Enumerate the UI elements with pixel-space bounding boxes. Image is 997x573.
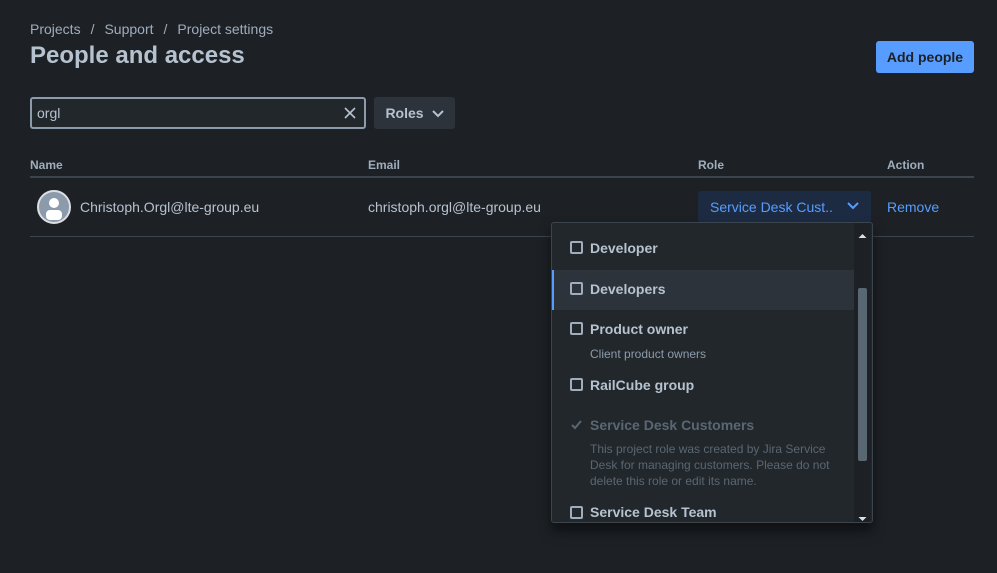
role-option-railcube-group[interactable]: RailCube group [552,367,855,407]
search-field [30,97,366,129]
breadcrumb: Projects / Support / Project settings [30,21,273,37]
scroll-down-icon[interactable] [858,510,867,521]
breadcrumb-project-settings[interactable]: Project settings [177,21,273,37]
role-option-label: Product owner [590,321,689,337]
role-dropdown-menu: Developer Developers Product owner Clien… [551,222,873,523]
dropdown-scrollbar[interactable] [854,223,871,522]
checkbox[interactable] [570,282,583,295]
page-title: People and access [30,42,245,69]
role-option-label: Developer [590,240,658,256]
add-people-button[interactable]: Add people [876,41,974,73]
role-select[interactable]: Service Desk Cust... [698,191,871,223]
role-option-service-desk-customers: Service Desk Customers This project role… [552,407,855,493]
roles-filter-button[interactable]: Roles [374,97,455,129]
chevron-down-icon [431,105,444,121]
role-option-label: RailCube group [590,377,695,393]
roles-filter-label: Roles [385,105,424,121]
user-name: Christoph.Orgl@lte-group.eu [80,199,260,215]
role-select-value: Service Desk Cust... [710,199,834,215]
role-option-label: Service Desk Team [590,504,717,520]
checkmark-icon [570,418,583,431]
checkbox[interactable] [570,506,583,519]
checkbox[interactable] [570,378,583,391]
role-option-developer[interactable]: Developer [552,228,855,268]
column-header-action: Action [887,158,925,172]
remove-button[interactable]: Remove [887,199,939,215]
checkbox[interactable] [570,322,583,335]
role-option-product-owner[interactable]: Product owner Client product owners [552,311,855,363]
breadcrumb-separator: / [90,21,95,37]
close-icon[interactable] [336,99,364,127]
checkbox[interactable] [570,241,583,254]
user-avatar-icon [37,190,71,224]
breadcrumb-support[interactable]: Support [104,21,153,37]
role-option-service-desk-team[interactable]: Service Desk Team [552,495,855,522]
column-header-name[interactable]: Name [30,158,63,172]
column-header-email[interactable]: Email [368,158,400,172]
role-option-developers[interactable]: Developers [552,270,855,310]
search-input[interactable] [32,99,336,127]
role-option-description: Client product owners [590,347,707,361]
breadcrumb-projects[interactable]: Projects [30,21,81,37]
scroll-up-icon[interactable] [858,227,867,238]
role-option-label: Service Desk Customers [590,417,755,433]
column-header-role: Role [698,158,725,172]
chevron-down-icon [847,199,859,216]
breadcrumb-separator: / [163,21,168,37]
table-header: Name Email Role Action [30,158,974,178]
user-email: christoph.orgl@lte-group.eu [368,199,541,215]
role-option-description: This project role was created by Jira Se… [590,442,830,488]
role-option-label: Developers [590,281,666,297]
scrollbar-thumb[interactable] [858,288,867,461]
